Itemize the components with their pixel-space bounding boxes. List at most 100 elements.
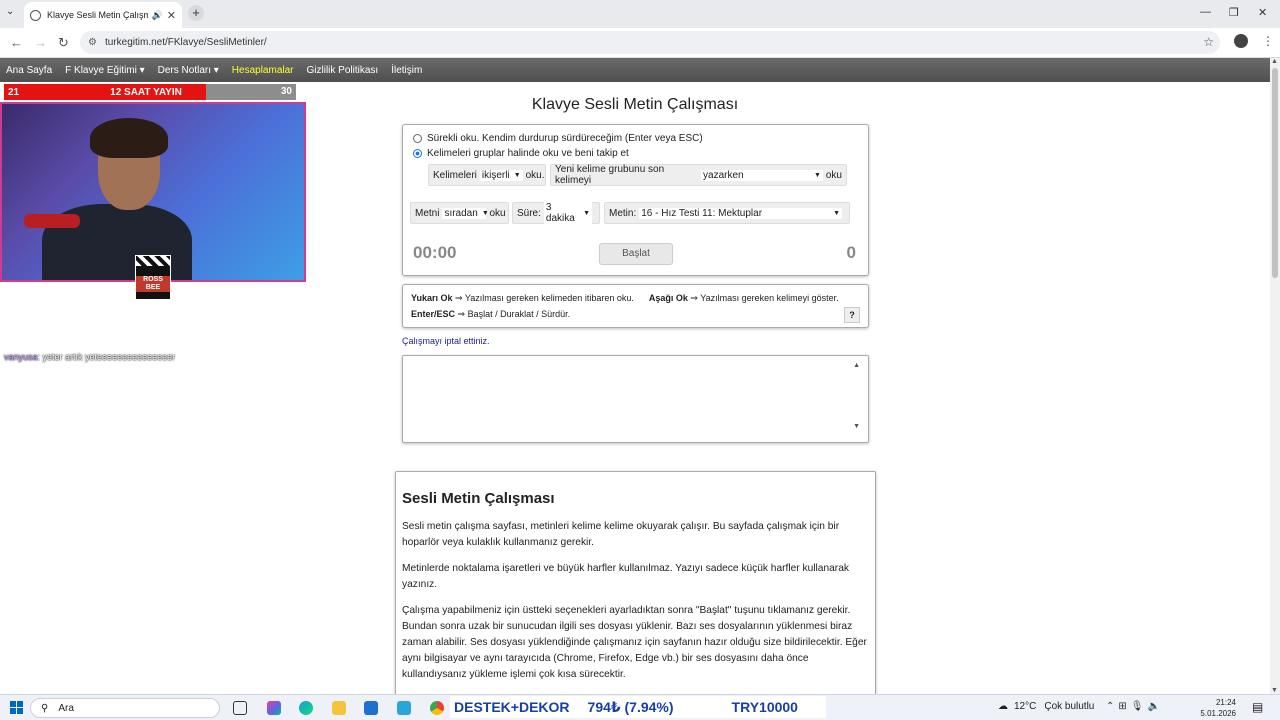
article-heading: Sesli Metin Çalışması xyxy=(402,490,555,507)
radio-button-selected[interactable] xyxy=(413,149,422,158)
url-text[interactable]: turkegitim.net/FKlavye/SesliMetinler/ xyxy=(105,37,267,48)
file-explorer-icon[interactable] xyxy=(332,701,346,715)
up-key-text: ⇒ Yazılması gereken kelimeden itibaren o… xyxy=(455,293,634,303)
textarea-scroll-down-icon[interactable]: ▼ xyxy=(853,423,860,430)
word-count-value: ikişerli xyxy=(481,169,510,181)
chrome-icon[interactable] xyxy=(430,701,444,715)
start-button[interactable]: Başlat xyxy=(599,243,673,265)
windows-start-icon[interactable] xyxy=(10,701,23,714)
microphone-icon xyxy=(24,214,80,228)
nav-hesaplamalar[interactable]: Hesaplamalar xyxy=(232,65,294,76)
duration-group: Süre: 3 dakika ▼ xyxy=(512,202,600,224)
up-key-label: Yukarı Ok xyxy=(411,293,453,303)
search-icon: ⚲ xyxy=(41,702,49,714)
chevron-down-icon: ▼ xyxy=(813,171,821,179)
tab-close-icon[interactable]: ✕ xyxy=(167,9,176,22)
word-count-prefix: Kelimeleri xyxy=(433,169,477,181)
network-icon[interactable]: ⊞ xyxy=(1118,701,1130,712)
mic-icon[interactable]: 🎙 xyxy=(1131,701,1148,712)
text-choice-select[interactable]: 16 - Hız Testi 11: Mektuplar ▼ xyxy=(639,207,842,219)
copilot-icon[interactable] xyxy=(267,701,281,715)
article-paragraph: Sesli metin çalışma sayfası, metinleri k… xyxy=(402,521,840,548)
restore-button[interactable]: ❐ xyxy=(1229,6,1239,19)
help-button[interactable]: ? xyxy=(844,307,860,323)
ticker-text-3: TRY10000 xyxy=(731,699,798,715)
windows-taskbar: ⚲ Ara DESTEK+DEKOR 794₺ (7.94%) TRY10000… xyxy=(0,694,1280,720)
volume-icon[interactable]: 🔈 xyxy=(1147,701,1163,712)
read-trigger-suffix: oku xyxy=(825,169,842,181)
minimize-button[interactable]: — xyxy=(1200,6,1211,18)
page-scrollbar[interactable]: ▲ ▼ xyxy=(1270,58,1280,694)
photos-icon[interactable] xyxy=(397,701,411,715)
ticker-text-2: 794₺ (7.94%) xyxy=(587,698,674,715)
duration-select[interactable]: 3 dakika ▼ xyxy=(543,202,592,224)
tab-title: Klavye Sesli Metin Çalışması xyxy=(47,10,148,20)
donation-ticker: DESTEK+DEKOR 794₺ (7.94%) TRY10000 xyxy=(450,696,826,718)
audio-playing-icon[interactable]: 🔊 xyxy=(152,10,163,21)
chevron-up-icon[interactable]: ⌃ xyxy=(1106,701,1118,712)
tab-strip: ⌄ Klavye Sesli Metin Çalışması 🔊 ✕ + — ❐… xyxy=(0,0,1280,28)
nav-ders-notlari[interactable]: Ders Notları ▾ xyxy=(158,65,219,76)
scroll-down-icon[interactable]: ▼ xyxy=(1271,687,1278,694)
down-key-label: Aşağı Ok xyxy=(648,293,688,303)
clapper-stripe xyxy=(136,256,170,266)
site-info-icon[interactable]: ⚙ xyxy=(88,37,97,48)
system-tray[interactable]: ⌃⊞🎙🔈 xyxy=(1106,701,1164,712)
tab-search-chevron-icon[interactable]: ⌄ xyxy=(6,6,14,17)
textarea-scroll-up-icon[interactable]: ▲ xyxy=(853,362,860,369)
options-panel: Sürekli oku. Kendim durdurup sürdüreceği… xyxy=(402,124,869,276)
word-counter: 0 xyxy=(846,243,856,262)
nav-ana-sayfa[interactable]: Ana Sayfa xyxy=(6,65,52,76)
text-choice-prefix: Metin: xyxy=(609,207,637,219)
profile-avatar-icon[interactable] xyxy=(1234,34,1248,48)
search-placeholder: Ara xyxy=(58,702,74,714)
read-trigger-select[interactable]: yazarken ▼ xyxy=(701,169,823,181)
edge-icon[interactable] xyxy=(299,701,313,715)
task-view-icon[interactable] xyxy=(233,701,247,715)
text-order-value: sıradan xyxy=(444,207,478,219)
nav-gizlilik[interactable]: Gizlilik Politikası xyxy=(307,65,379,76)
reload-icon[interactable]: ↻ xyxy=(58,35,69,51)
url-field[interactable]: ⚙ turkegitim.net/FKlavye/SesliMetinler/ … xyxy=(80,31,1220,54)
radio-groups-label: Kelimeleri gruplar halinde oku ve beni t… xyxy=(427,148,629,159)
radio-button[interactable] xyxy=(413,134,422,143)
browser-menu-icon[interactable]: ⋮ xyxy=(1262,34,1274,48)
back-arrow-icon[interactable]: ← xyxy=(10,35,23,50)
close-window-button[interactable]: ✕ xyxy=(1258,6,1267,19)
shortcut-help-panel: Yukarı Ok ⇒ Yazılması gereken kelimeden … xyxy=(402,284,869,328)
clapperboard-logo: ROSS BEE xyxy=(135,255,171,300)
enter-key-text: ⇒ Başlat / Duraklat / Sürdür. xyxy=(457,309,571,319)
help-line-2: Enter/ESC ⇒ Başlat / Duraklat / Sürdür. xyxy=(411,309,570,320)
nav-iletisim[interactable]: İletişim xyxy=(391,65,422,76)
taskbar-search[interactable]: ⚲ Ara xyxy=(30,698,220,718)
favicon-icon xyxy=(30,9,41,21)
weather-temp: 12°C xyxy=(1014,701,1037,712)
article-paragraph: Çalışma yapabilmeniz için üstteki seçene… xyxy=(402,605,867,680)
bookmark-star-icon[interactable]: ☆ xyxy=(1203,35,1214,49)
browser-tab[interactable]: Klavye Sesli Metin Çalışması 🔊 ✕ xyxy=(24,2,182,28)
radio-continuous[interactable]: Sürekli oku. Kendim durdurup sürdüreceği… xyxy=(413,133,703,144)
radio-groups[interactable]: Kelimeleri gruplar halinde oku ve beni t… xyxy=(413,148,629,159)
duration-value: 3 dakika xyxy=(545,202,575,224)
word-count-select[interactable]: ikişerli ▼ xyxy=(479,169,523,181)
chevron-down-icon: ▼ xyxy=(513,171,521,179)
timer-display: 00:00 xyxy=(413,243,457,262)
weather-widget[interactable]: ☁ 12°C Çok bulutlu xyxy=(998,701,1094,712)
system-clock[interactable]: 21:24 5.01.2026 xyxy=(1196,697,1236,719)
chevron-down-icon: ▼ xyxy=(481,209,489,217)
forward-arrow-icon[interactable]: → xyxy=(34,35,47,50)
new-tab-button[interactable]: + xyxy=(188,5,204,21)
text-choice-value: 16 - Hız Testi 11: Mektuplar xyxy=(641,207,763,219)
help-line-1: Yukarı Ok ⇒ Yazılması gereken kelimeden … xyxy=(411,293,839,304)
scrollbar-thumb[interactable] xyxy=(1272,68,1278,278)
nav-f-klavye-egitimi[interactable]: F Klavye Eğitimi ▾ xyxy=(65,65,144,76)
chat-message: vanyusa: yeter artık yeteeeeeeeeeeeeeeer xyxy=(4,352,175,362)
scroll-up-icon[interactable]: ▲ xyxy=(1271,58,1278,65)
word-count-suffix: oku. xyxy=(525,169,545,181)
duration-prefix: Süre: xyxy=(517,207,541,219)
notification-icon[interactable]: ▤ xyxy=(1252,700,1263,714)
chevron-down-icon: ▼ xyxy=(833,209,840,217)
text-order-select[interactable]: sıradan ▼ xyxy=(442,207,489,219)
typing-area[interactable]: ▲ ▼ xyxy=(402,355,869,443)
store-icon[interactable] xyxy=(364,701,378,715)
